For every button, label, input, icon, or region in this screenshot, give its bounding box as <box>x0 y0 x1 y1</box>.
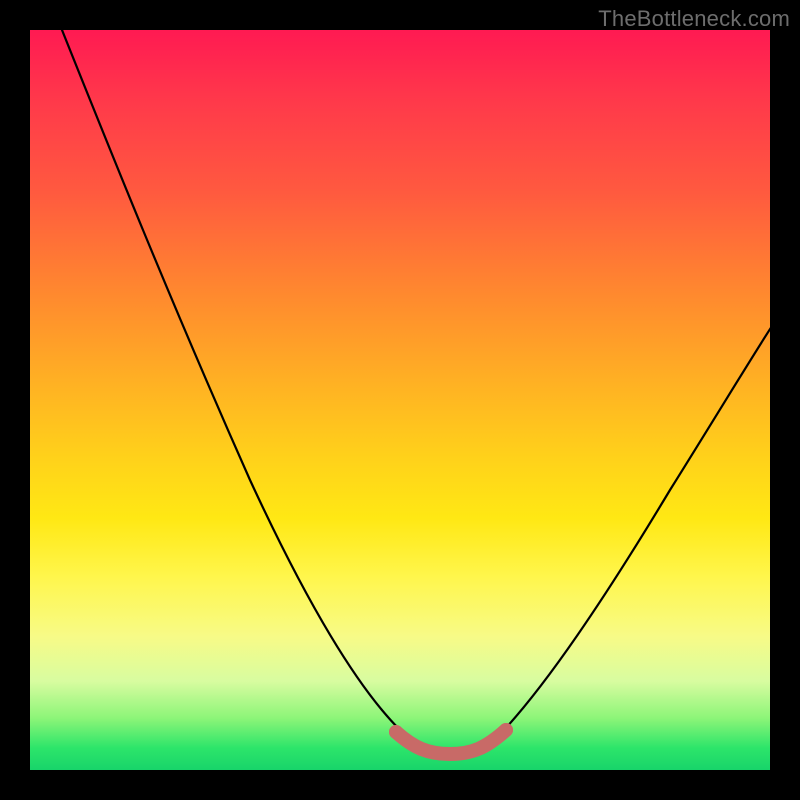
optimal-zone <box>396 730 506 754</box>
curve-layer <box>30 30 770 770</box>
plot-area <box>30 30 770 770</box>
optimal-zone-dot-left <box>389 725 403 739</box>
optimal-zone-dot-right <box>499 723 513 737</box>
bottleneck-curve <box>58 30 770 752</box>
chart-frame: TheBottleneck.com <box>0 0 800 800</box>
watermark-text: TheBottleneck.com <box>598 6 790 32</box>
